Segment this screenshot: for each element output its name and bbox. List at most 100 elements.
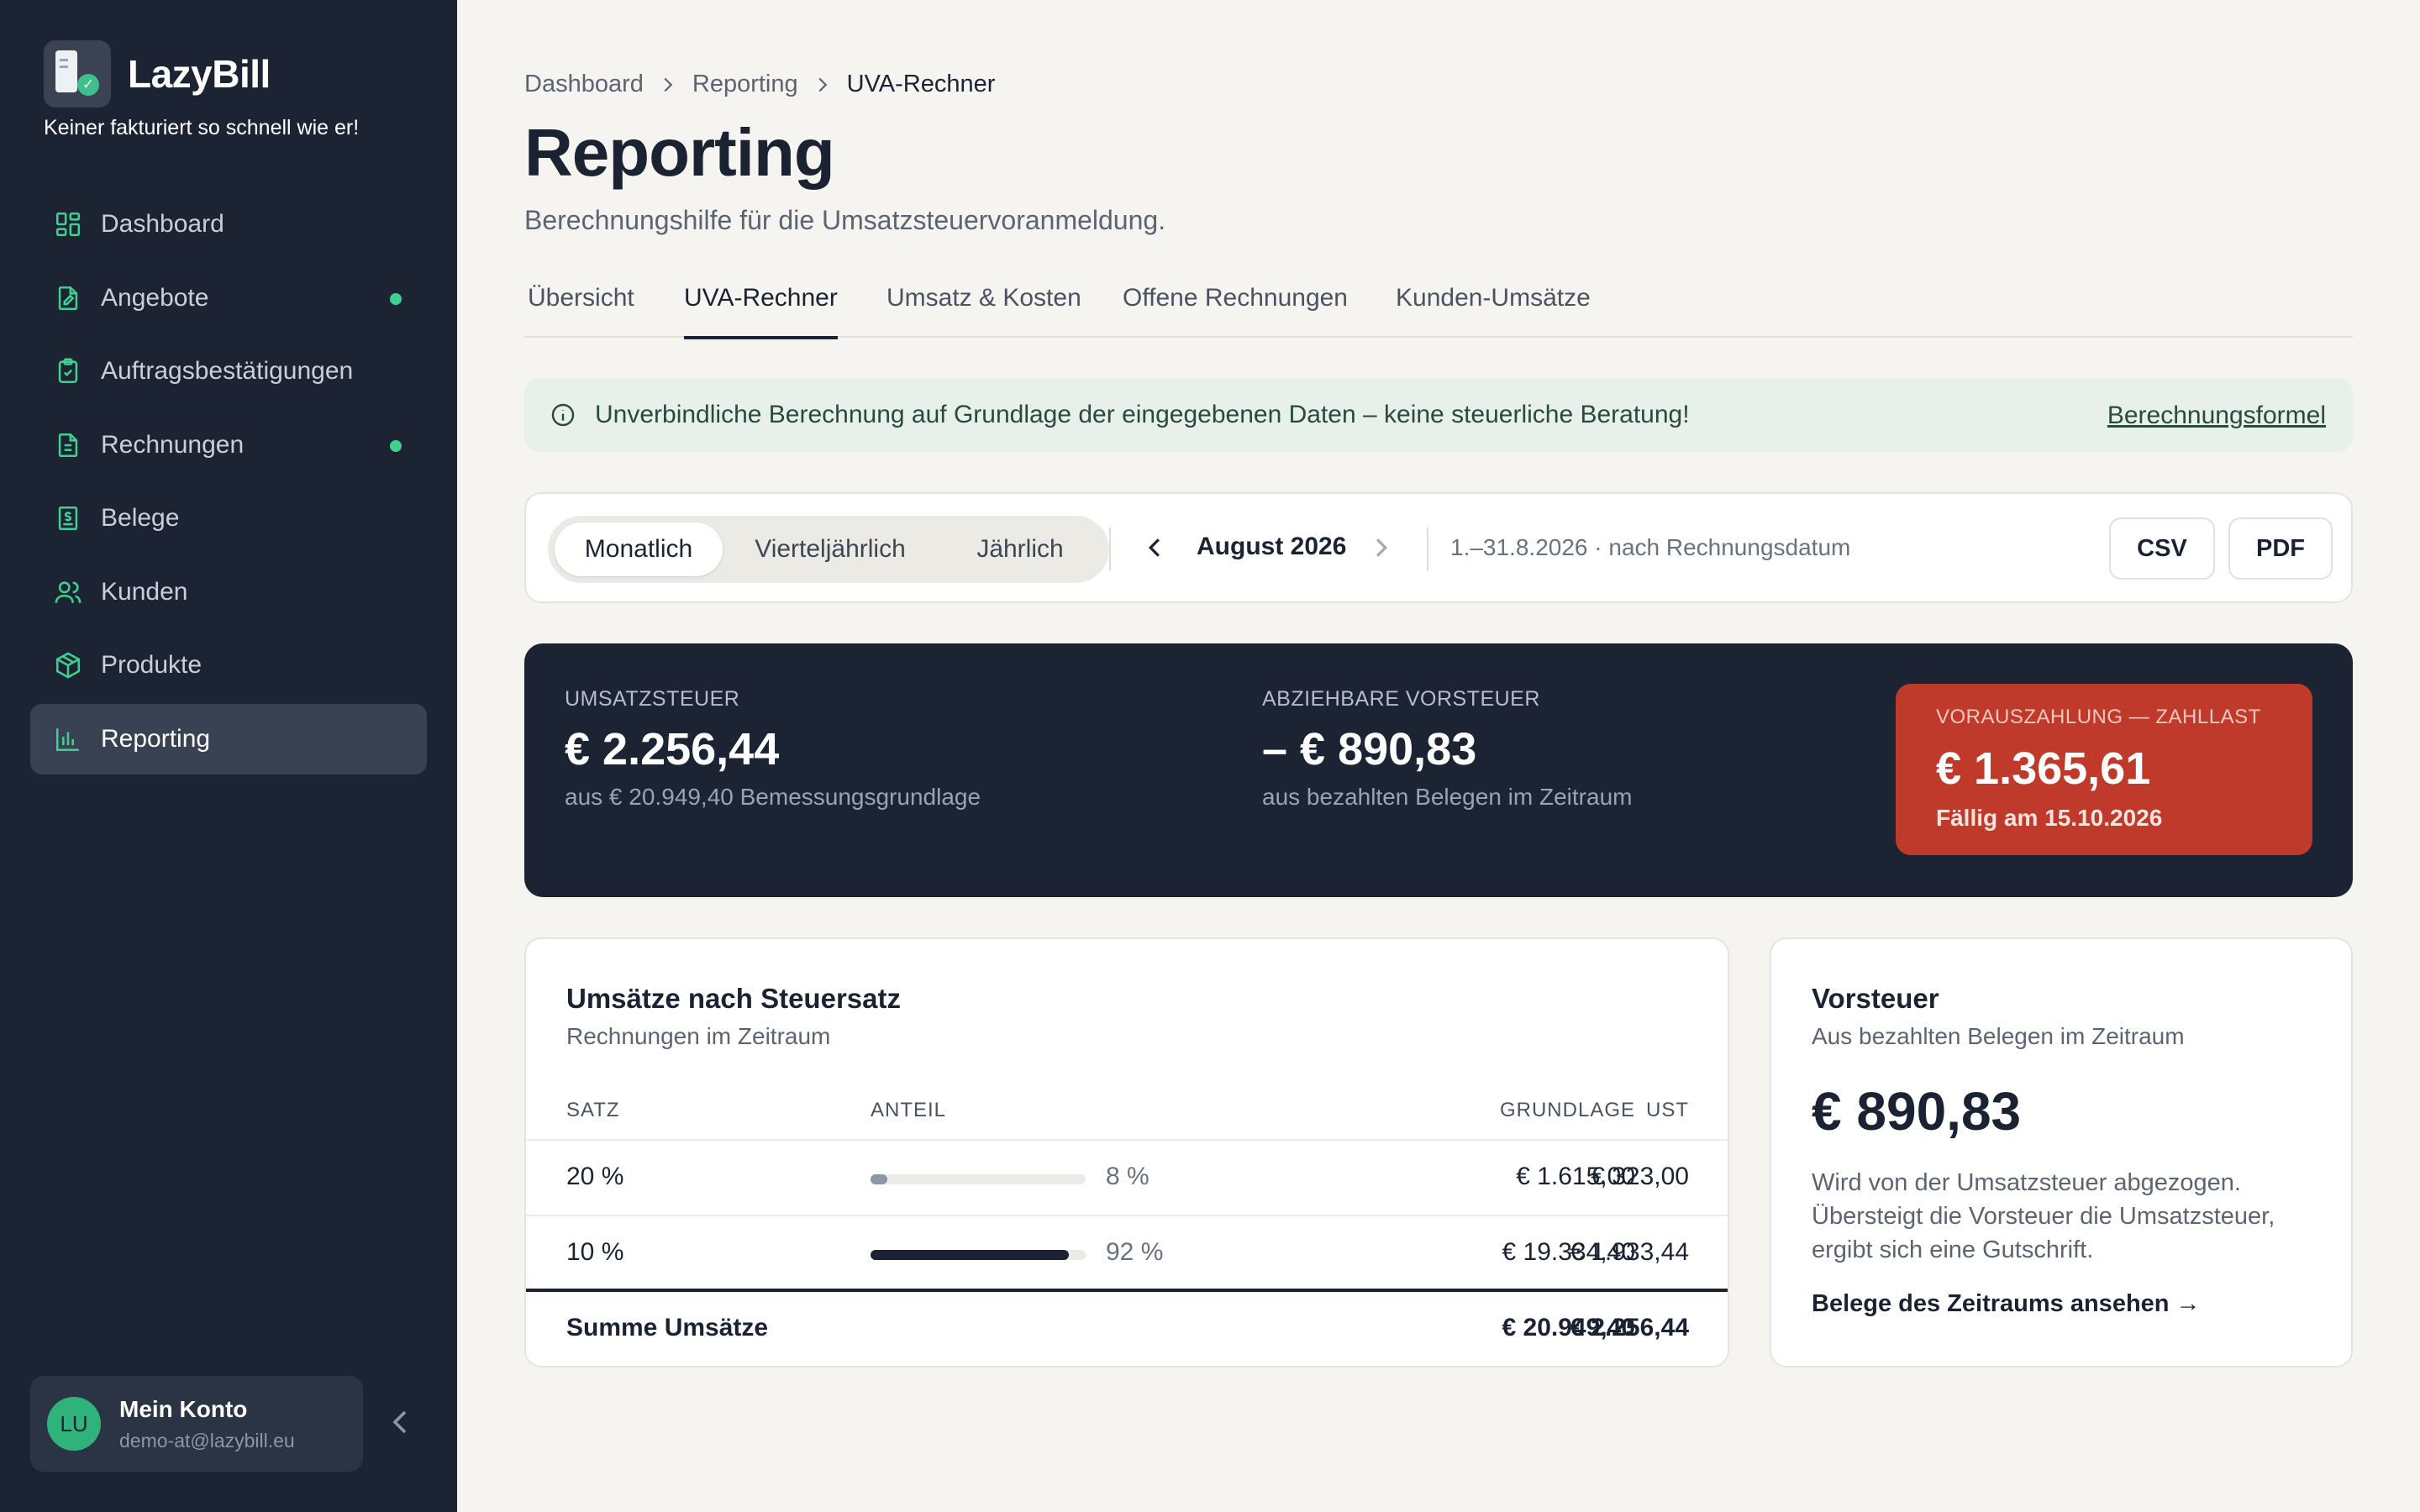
vorsteuer-label: ABZIEHBARE VORSTEUER bbox=[1262, 687, 1540, 711]
total-tax: € 2.256,44 bbox=[1570, 1314, 1689, 1341]
tab-uva-rechner[interactable]: UVA-Rechner bbox=[684, 284, 838, 339]
export-pdf-button[interactable]: PDF bbox=[2228, 517, 2333, 580]
table-total-row: Summe Umsätze € 20.949,40 € 2.256,44 bbox=[526, 1289, 1728, 1364]
notification-dot bbox=[390, 439, 402, 452]
ust-note: aus € 20.949,40 Bemessungsgrundlage bbox=[565, 784, 981, 810]
vorsteuer-value: – € 890,83 bbox=[1262, 724, 1477, 774]
share-bar-fill bbox=[871, 1174, 887, 1184]
rate-cell: 20 % bbox=[566, 1163, 624, 1190]
page-title: Reporting bbox=[524, 115, 835, 190]
vorsteuer-card: Vorsteuer Aus bezahlten Belegen im Zeitr… bbox=[1770, 937, 2353, 1368]
divider bbox=[1427, 528, 1428, 571]
period-range-text: 1.–31.8.2026 · nach Rechnungsdatum bbox=[1450, 534, 1851, 560]
sales-by-tax-rate-card: Umsätze nach Steuersatz Rechnungen im Ze… bbox=[524, 937, 1729, 1368]
sidebar-item-label: Dashboard bbox=[101, 210, 224, 238]
account-email: demo-at@lazybill.eu bbox=[119, 1429, 295, 1452]
card-title: Vorsteuer bbox=[1812, 983, 1939, 1014]
vorsteuer-amount: € 890,83 bbox=[1812, 1081, 2022, 1142]
zahllast-due-date: Fällig am 15.10.2026 bbox=[1936, 805, 2163, 831]
total-label: Summe Umsätze bbox=[566, 1314, 769, 1341]
sidebar: ✓ LazyBill Keiner fakturiert so schnell … bbox=[0, 0, 457, 1512]
period-toolbar: Monatlich Vierteljährlich Jährlich Augus… bbox=[524, 492, 2353, 603]
sidebar-item-label: Reporting bbox=[101, 724, 211, 753]
share-bar bbox=[871, 1174, 1086, 1184]
column-header-share: ANTEIL bbox=[871, 1099, 947, 1121]
sidebar-item-label: Belege bbox=[101, 504, 180, 532]
info-icon bbox=[551, 403, 575, 427]
lazybill-logo-icon: ✓ bbox=[44, 40, 111, 108]
breadcrumb-reporting[interactable]: Reporting bbox=[692, 71, 798, 98]
next-period-chevron-icon[interactable] bbox=[1375, 536, 1388, 559]
table-row: 20 % 8 % € 1.615,00 € 323,00 bbox=[526, 1139, 1728, 1215]
zahllast-box: VORAUSZAHLUNG — ZAHLLAST € 1.365,61 Fäll… bbox=[1896, 684, 2312, 855]
breadcrumb-dashboard[interactable]: Dashboard bbox=[524, 71, 644, 98]
period-type-switch: Monatlich Vierteljährlich Jährlich bbox=[548, 516, 1109, 583]
column-header-rate: SATZ bbox=[566, 1099, 620, 1121]
ust-value: € 2.256,44 bbox=[565, 724, 780, 774]
card-subtitle: Rechnungen im Zeitraum bbox=[566, 1023, 831, 1049]
card-title: Umsätze nach Steuersatz bbox=[566, 983, 901, 1014]
tax-summary-panel: UMSATZSTEUER € 2.256,44 aus € 20.949,40 … bbox=[524, 643, 2353, 897]
app-tagline: Keiner fakturiert so schnell wie er! bbox=[44, 116, 360, 139]
offer-document-icon bbox=[58, 286, 78, 310]
tab-offene-rechnungen[interactable]: Offene Rechnungen bbox=[1123, 284, 1348, 339]
column-header-tax: UST bbox=[1646, 1099, 1689, 1121]
chevron-right-icon bbox=[664, 77, 673, 92]
avatar: LU bbox=[47, 1397, 101, 1451]
divider bbox=[1109, 528, 1111, 571]
share-bar-fill bbox=[871, 1250, 1069, 1260]
account-name: Mein Konto bbox=[119, 1395, 248, 1422]
view-receipts-link[interactable]: Belege des Zeitraums ansehen → bbox=[1812, 1290, 2201, 1318]
calculation-formula-link[interactable]: Berechnungsformel bbox=[2107, 402, 2326, 430]
tab-kunden-umsaetze[interactable]: Kunden-Umsätze bbox=[1396, 284, 1591, 339]
period-yearly-option[interactable]: Jährlich bbox=[938, 522, 1102, 576]
bar-chart-icon bbox=[55, 727, 79, 751]
breadcrumb: Dashboard Reporting UVA-Rechner bbox=[524, 71, 995, 98]
collapse-sidebar-icon[interactable] bbox=[390, 1407, 410, 1437]
clipboard-check-icon bbox=[58, 358, 78, 384]
breadcrumb-current: UVA-Rechner bbox=[846, 71, 996, 97]
sidebar-item-rechnungen[interactable]: Rechnungen bbox=[30, 410, 427, 480]
dashboard-icon bbox=[55, 212, 81, 237]
current-period-label: August 2026 bbox=[1197, 533, 1347, 560]
sidebar-item-kunden[interactable]: Kunden bbox=[30, 557, 427, 627]
invoice-icon bbox=[58, 433, 78, 457]
tax-cell: € 1.933,44 bbox=[1570, 1238, 1689, 1266]
ust-summary: UMSATZSTEUER € 2.256,44 aus € 20.949,40 … bbox=[565, 687, 981, 811]
period-monthly-option[interactable]: Monatlich bbox=[555, 522, 723, 576]
sidebar-item-angebote[interactable]: Angebote bbox=[30, 263, 427, 333]
sidebar-item-label: Angebote bbox=[101, 283, 209, 312]
sidebar-item-auftragsbestaetigungen[interactable]: Auftragsbestätigungen bbox=[30, 336, 427, 407]
account-info: Mein Konto demo-at@lazybill.eu bbox=[119, 1396, 295, 1452]
share-percent: 8 % bbox=[1106, 1163, 1150, 1190]
sidebar-item-belege[interactable]: Belege bbox=[30, 483, 427, 554]
sidebar-item-dashboard[interactable]: Dashboard bbox=[30, 189, 427, 260]
sidebar-item-reporting[interactable]: Reporting bbox=[30, 703, 427, 774]
vorsteuer-note: aus bezahlten Belegen im Zeitraum bbox=[1262, 784, 1633, 810]
card-subtitle: Aus bezahlten Belegen im Zeitraum bbox=[1812, 1023, 2185, 1049]
tax-cell: € 323,00 bbox=[1591, 1163, 1689, 1190]
table-row: 10 % 92 % € 19.334,40 € 1.933,44 bbox=[526, 1215, 1728, 1290]
ust-label: UMSATZSTEUER bbox=[565, 687, 740, 711]
receipt-icon bbox=[58, 506, 78, 531]
vorsteuer-explanation: Wird von der Umsatzsteuer abgezogen. Übe… bbox=[1812, 1169, 2275, 1263]
account-menu[interactable]: LU Mein Konto demo-at@lazybill.eu bbox=[30, 1376, 363, 1472]
sidebar-item-label: Kunden bbox=[101, 577, 188, 606]
vorsteuer-summary: ABZIEHBARE VORSTEUER – € 890,83 aus beza… bbox=[1262, 687, 1632, 811]
disclaimer-banner: Unverbindliche Berechnung auf Grundlage … bbox=[524, 378, 2353, 452]
disclaimer-text: Unverbindliche Berechnung auf Grundlage … bbox=[595, 401, 1690, 428]
sidebar-item-produkte[interactable]: Produkte bbox=[30, 630, 427, 701]
notification-dot bbox=[390, 292, 402, 305]
zahllast-value: € 1.365,61 bbox=[1936, 743, 2151, 794]
page-subtitle: Berechnungshilfe für die Umsatzsteuervor… bbox=[524, 205, 1166, 235]
sidebar-item-label: Auftragsbestätigungen bbox=[101, 357, 354, 385]
export-csv-button[interactable]: CSV bbox=[2109, 517, 2215, 580]
tab-umsatz-kosten[interactable]: Umsatz & Kosten bbox=[886, 284, 1081, 339]
share-bar bbox=[871, 1250, 1086, 1260]
app-name: LazyBill bbox=[128, 52, 271, 96]
brand[interactable]: ✓ LazyBill bbox=[44, 40, 271, 108]
period-quarterly-option[interactable]: Vierteljährlich bbox=[729, 522, 931, 576]
tab-uebersicht[interactable]: Übersicht bbox=[528, 284, 634, 339]
previous-period-chevron-icon[interactable] bbox=[1148, 536, 1161, 559]
zahllast-label: VORAUSZAHLUNG — ZAHLLAST bbox=[1936, 706, 2261, 728]
